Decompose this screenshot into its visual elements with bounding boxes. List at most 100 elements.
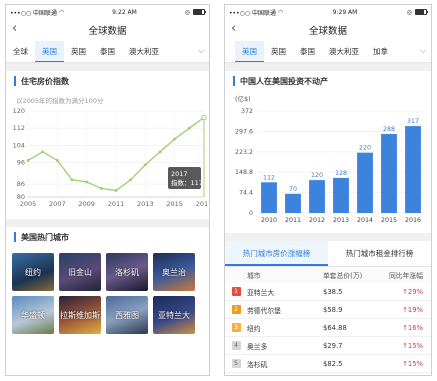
tooltip-year: 2017 (171, 170, 188, 178)
data-point (114, 189, 118, 192)
city-name: 拉斯维加斯 (60, 310, 100, 320)
chevron-down-icon[interactable]: ⌵ (193, 41, 209, 62)
city-name: 亚特兰大 (158, 310, 190, 320)
city-name: 纽约 (25, 267, 41, 277)
city-name: 奥兰治 (162, 267, 186, 277)
rank-badge: 4 (231, 341, 241, 350)
x-tick-label: 2007 (49, 200, 66, 208)
row-growth: ↑15% (402, 341, 423, 350)
x-tick-label: 2017 (196, 200, 209, 208)
row-growth: ↑19% (402, 305, 423, 314)
data-point (26, 159, 30, 162)
tab-thailand[interactable]: 泰国 (293, 41, 322, 62)
table-row[interactable]: 3 纽约 $64.88 ↑16% (225, 319, 431, 337)
data-point (143, 163, 147, 167)
battery-icon (414, 9, 428, 15)
data-point (55, 159, 59, 162)
wifi-icon: ◠ (59, 8, 65, 16)
y-tick-label: 120 (13, 107, 25, 115)
data-label: 112 (263, 174, 275, 181)
city-tile-las-vegas[interactable]: 拉斯维加斯 (59, 296, 101, 334)
tab-usa[interactable]: 美国 (235, 41, 264, 62)
city-name: 洛杉矶 (115, 267, 139, 277)
back-icon[interactable]: ‹ (12, 22, 17, 36)
table-row[interactable]: 4 奥兰多 $29.7 ↑15% (225, 337, 431, 355)
row-price: $64.88 (323, 323, 347, 332)
bar (309, 180, 325, 213)
region-tabs: 全球 美国 英国 泰国 澳大利亚 ⌵ (6, 41, 209, 63)
tab-rent-ranking[interactable]: 热门城市租金排行榜 (328, 241, 431, 266)
tab-uk[interactable]: 英国 (64, 41, 93, 62)
city-name: 华盛顿 (21, 310, 45, 320)
table-header: 城市 单套总价(万) 同比年涨幅 (225, 267, 431, 283)
alarm-icon: ◎ (184, 8, 190, 16)
x-tick-label: 2012 (309, 217, 325, 224)
y-tick-label: 86 (17, 180, 25, 188)
phone-screen-left: •••○○ 中国联通 ◠ 9:22 AM ◎ ‹ 全球数据 全球 美国 英国 泰… (5, 4, 210, 376)
data-point (173, 137, 177, 141)
bar (381, 134, 397, 213)
tab-australia[interactable]: 澳大利亚 (122, 41, 166, 62)
bar (357, 152, 373, 213)
data-point (187, 126, 191, 130)
city-tile-new-york[interactable]: 纽约 (12, 253, 54, 291)
x-tick-label: 2015 (166, 200, 183, 208)
tab-price-growth-ranking[interactable]: 热门城市房价涨幅榜 (225, 241, 328, 266)
alarm-icon: ◎ (406, 8, 412, 16)
battery-icon (192, 9, 206, 15)
x-tick-label: 2015 (381, 217, 397, 224)
y-tick-label: 223.2 (235, 149, 253, 156)
section-title-text: 中国人在美国投资不动产 (240, 76, 328, 86)
highlight-point (201, 114, 207, 121)
city-tile-los-angeles[interactable]: 洛杉矶 (106, 253, 148, 291)
back-icon[interactable]: ‹ (231, 22, 236, 36)
data-point (85, 180, 89, 184)
section-title-text: 美国热门城市 (21, 232, 69, 242)
row-price: $38.5 (323, 287, 343, 296)
city-tile-orange[interactable]: 奥兰治 (153, 253, 195, 291)
tab-uk[interactable]: 英国 (264, 41, 293, 62)
x-tick-label: 2011 (285, 217, 301, 224)
city-tile-atlanta[interactable]: 亚特兰大 (153, 296, 195, 334)
tab-thailand[interactable]: 泰国 (93, 41, 122, 62)
wifi-icon: ◠ (278, 8, 284, 16)
row-city: 劳德代尔堡 (247, 306, 281, 315)
rank-badge: 1 (231, 287, 241, 296)
status-time: 9:29 AM (332, 8, 358, 16)
city-name: 西雅图 (115, 310, 139, 320)
table-row[interactable]: 5 洛杉矶 $82.5 ↑15% (225, 355, 431, 373)
tab-australia[interactable]: 澳大利亚 (322, 41, 366, 62)
nav-bar: ‹ 全球数据 (6, 19, 209, 41)
rank-badge: 2 (231, 305, 241, 314)
bar (405, 126, 421, 213)
city-tile-seattle[interactable]: 西雅图 (106, 296, 148, 334)
tab-global[interactable]: 全球 (6, 41, 35, 62)
y-tick-label: 104 (13, 141, 25, 149)
chevron-down-icon[interactable]: ⌵ (415, 41, 431, 62)
page-title: 全球数据 (88, 26, 127, 37)
row-price: $58.9 (323, 305, 343, 314)
y-tick-label: 96 (17, 159, 25, 167)
data-point (99, 187, 103, 190)
table-row[interactable]: 2 劳德代尔堡 $58.9 ↑19% (225, 301, 431, 319)
data-point (158, 150, 162, 154)
row-city: 亚特兰大 (247, 288, 275, 297)
row-city: 纽约 (247, 324, 261, 333)
city-tile-san-francisco[interactable]: 旧金山 (59, 253, 101, 291)
section-title-cities: 美国热门城市 (6, 227, 209, 247)
status-bar: •••○○ 中国联通 ◠ 9:22 AM ◎ (6, 5, 209, 19)
tab-usa[interactable]: 美国 (35, 41, 64, 62)
table-row[interactable]: 1 亚特兰大 $38.5 ↑29% (225, 283, 431, 301)
tab-canada[interactable]: 加拿 (366, 41, 395, 62)
row-growth: ↑29% (402, 287, 423, 296)
y-tick-label: 74.4 (239, 190, 253, 197)
city-tile-washington[interactable]: 华盛顿 (12, 296, 54, 334)
x-tick-label: 2011 (108, 200, 125, 208)
data-point (41, 150, 45, 154)
city-name: 旧金山 (68, 267, 92, 277)
bar (261, 182, 277, 213)
data-label: 128 (335, 170, 347, 177)
section-title-investment: 中国人在美国投资不动产 (225, 71, 431, 91)
city-grid: 纽约 旧金山 洛杉矶 奥兰治 华盛顿 拉斯维加斯 西雅图 亚特兰大 (6, 247, 209, 340)
row-city: 奥兰多 (247, 342, 268, 351)
